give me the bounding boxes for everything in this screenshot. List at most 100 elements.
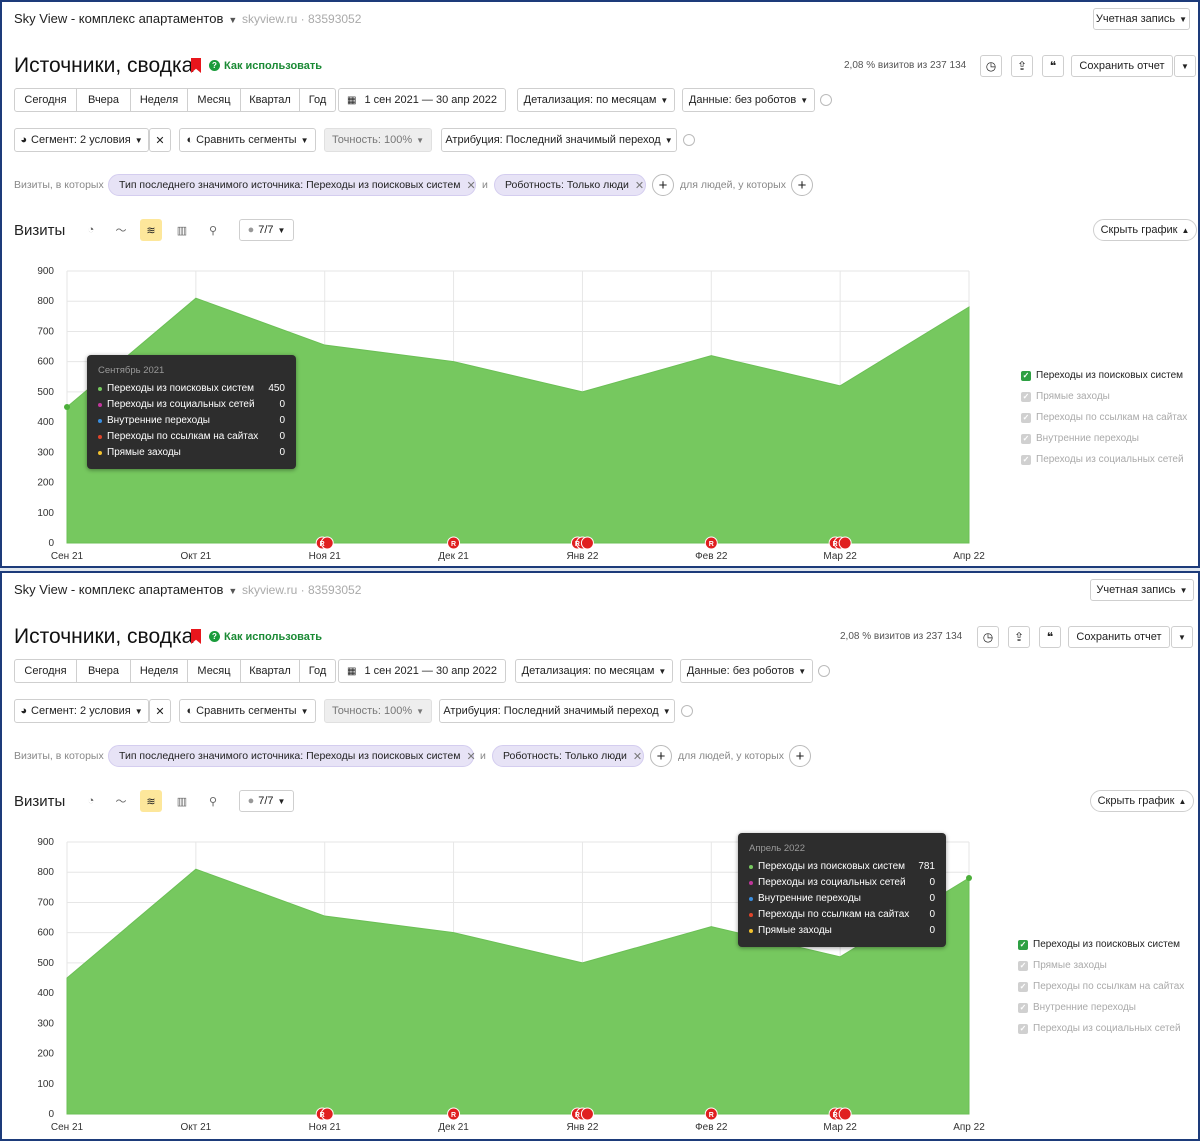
legend-item-links[interactable]: ✓ Переходы по ссылкам на сайтах — [1021, 412, 1187, 423]
accuracy-select[interactable]: Точность: 100% ▼ — [324, 699, 432, 723]
filter-chip-source[interactable]: Тип последнего значимого источника: Пере… — [108, 745, 476, 767]
area-chart-icon[interactable]: ≋ — [140, 790, 162, 812]
pie-icon: ◕ — [20, 134, 28, 146]
share-icon[interactable]: ❝ — [1039, 626, 1061, 648]
add-filter-button[interactable]: + — [652, 174, 674, 196]
filter-chip-robots[interactable]: Роботность: Только люди ✕ — [494, 174, 646, 196]
save-report-button[interactable]: Сохранить отчет — [1071, 55, 1173, 77]
close-icon[interactable]: ✕ — [633, 750, 642, 763]
period-yesterday[interactable]: Вчера — [76, 659, 131, 683]
data-point[interactable] — [966, 874, 972, 881]
hide-chart-button[interactable]: Скрыть график ▲ — [1090, 790, 1194, 812]
legend-item-direct[interactable]: ✓ Прямые заходы — [1021, 391, 1110, 402]
segment-button[interactable]: ◕ Сегмент: 2 условия ▼ — [14, 699, 149, 723]
counter-id: skyview.ru · 83593052 — [242, 583, 362, 597]
legend-item-social[interactable]: ✓ Переходы из социальных сетей — [1018, 1023, 1181, 1034]
period-week[interactable]: Неделя — [130, 88, 188, 112]
period-today[interactable]: Сегодня — [14, 659, 77, 683]
clear-segment-button[interactable]: ✕ — [149, 128, 171, 152]
history-icon[interactable]: ◷ — [977, 626, 999, 648]
info-icon[interactable] — [681, 705, 693, 717]
period-year[interactable]: Год — [299, 659, 336, 683]
comment-icon: ● — [247, 795, 255, 807]
close-icon[interactable]: ✕ — [635, 179, 644, 192]
info-icon[interactable] — [820, 94, 832, 106]
add-people-filter-button[interactable]: + — [789, 745, 811, 767]
save-options-button[interactable]: ▼ — [1174, 55, 1196, 77]
data-filter-select[interactable]: Данные: без роботов ▼ — [682, 88, 815, 112]
export-icon[interactable]: ⇪ — [1008, 626, 1030, 648]
accuracy-select[interactable]: Точность: 100% ▼ — [324, 128, 432, 152]
period-quarter[interactable]: Квартал — [240, 88, 300, 112]
annotation-marker[interactable] — [838, 536, 852, 550]
share-icon[interactable]: ❝ — [1042, 55, 1064, 77]
add-filter-button[interactable]: + — [650, 745, 672, 767]
pie-chart-icon[interactable]: ◔ — [80, 790, 102, 812]
tooltip-value: 0 — [929, 925, 935, 936]
data-filter-select[interactable]: Данные: без роботов ▼ — [680, 659, 813, 683]
close-icon[interactable]: ✕ — [466, 179, 475, 192]
bookmark-icon[interactable] — [191, 629, 201, 644]
filter-chip-source[interactable]: Тип последнего значимого источника: Пере… — [108, 174, 476, 196]
detail-select[interactable]: Детализация: по месяцам ▼ — [515, 659, 673, 683]
save-options-button[interactable]: ▼ — [1171, 626, 1193, 648]
legend-item-social[interactable]: ✓ Переходы из социальных сетей — [1021, 454, 1184, 465]
y-tick-label: 700 — [37, 326, 54, 337]
period-today[interactable]: Сегодня — [14, 88, 77, 112]
counter-selector[interactable]: Sky View - комплекс апартаментов ▼ — [14, 582, 237, 597]
annotation-marker[interactable] — [580, 1107, 594, 1121]
line-chart-icon[interactable]: 〜 — [110, 219, 132, 241]
counter-selector[interactable]: Sky View - комплекс апартаментов ▼ — [14, 11, 237, 26]
legend-item-search[interactable]: ✓ Переходы из поисковых систем — [1018, 939, 1180, 950]
and-word: и — [482, 179, 488, 191]
legend-item-internal[interactable]: ✓ Внутренние переходы — [1021, 433, 1139, 444]
legend-item-search[interactable]: ✓ Переходы из поисковых систем — [1021, 370, 1183, 381]
export-icon[interactable]: ⇪ — [1011, 55, 1033, 77]
history-icon[interactable]: ◷ — [980, 55, 1002, 77]
info-icon[interactable] — [683, 134, 695, 146]
annotation-glyph: R — [575, 541, 580, 548]
help-link[interactable]: Как использовать — [224, 60, 322, 72]
period-yesterday[interactable]: Вчера — [76, 88, 131, 112]
line-chart-icon[interactable]: 〜 — [110, 790, 132, 812]
info-icon[interactable] — [818, 665, 830, 677]
series-count-button[interactable]: ● 7/7 ▼ — [239, 219, 294, 241]
compare-segments-button[interactable]: ◐ Сравнить сегменты ▼ — [179, 699, 316, 723]
period-week[interactable]: Неделя — [130, 659, 188, 683]
date-range-picker[interactable]: ▦ 1 сен 2021 — 30 апр 2022 — [338, 88, 506, 112]
y-tick-label: 300 — [37, 447, 54, 458]
legend-item-internal[interactable]: ✓ Внутренние переходы — [1018, 1002, 1136, 1013]
period-year[interactable]: Год — [299, 88, 336, 112]
bar-chart-icon[interactable]: ▥ — [171, 219, 193, 241]
save-report-button[interactable]: Сохранить отчет — [1068, 626, 1170, 648]
map-icon[interactable]: ⚲ — [202, 790, 224, 812]
account-button[interactable]: Учетная запись ▼ — [1093, 8, 1190, 30]
help-link[interactable]: Как использовать — [224, 631, 322, 643]
area-chart-icon[interactable]: ≋ — [140, 219, 162, 241]
close-icon[interactable]: ✕ — [466, 750, 475, 763]
detail-select[interactable]: Детализация: по месяцам ▼ — [517, 88, 675, 112]
compare-segments-button[interactable]: ◐ Сравнить сегменты ▼ — [179, 128, 316, 152]
account-button[interactable]: Учетная запись ▼ — [1090, 579, 1194, 601]
bar-chart-icon[interactable]: ▥ — [171, 790, 193, 812]
hide-chart-button[interactable]: Скрыть график ▲ — [1093, 219, 1197, 241]
date-range-picker[interactable]: ▦ 1 сен 2021 — 30 апр 2022 — [338, 659, 506, 683]
segment-button[interactable]: ◕ Сегмент: 2 условия ▼ — [14, 128, 149, 152]
annotation-marker[interactable] — [838, 1107, 852, 1121]
bookmark-icon[interactable] — [191, 58, 201, 73]
clear-segment-button[interactable]: ✕ — [149, 699, 171, 723]
filter-chip-robots[interactable]: Роботность: Только люди ✕ — [492, 745, 644, 767]
period-quarter[interactable]: Квартал — [240, 659, 300, 683]
attribution-select[interactable]: Атрибуция: Последний значимый переход ▼ — [441, 128, 677, 152]
annotation-marker[interactable] — [580, 536, 594, 550]
series-count-button[interactable]: ● 7/7 ▼ — [239, 790, 294, 812]
data-point[interactable] — [64, 404, 70, 410]
attribution-select[interactable]: Атрибуция: Последний значимый переход ▼ — [439, 699, 675, 723]
legend-item-direct[interactable]: ✓ Прямые заходы — [1018, 960, 1107, 971]
pie-chart-icon[interactable]: ◔ — [80, 219, 102, 241]
period-month[interactable]: Месяц — [187, 88, 241, 112]
period-month[interactable]: Месяц — [187, 659, 241, 683]
map-icon[interactable]: ⚲ — [202, 219, 224, 241]
add-people-filter-button[interactable]: + — [791, 174, 813, 196]
legend-item-links[interactable]: ✓ Переходы по ссылкам на сайтах — [1018, 981, 1184, 992]
